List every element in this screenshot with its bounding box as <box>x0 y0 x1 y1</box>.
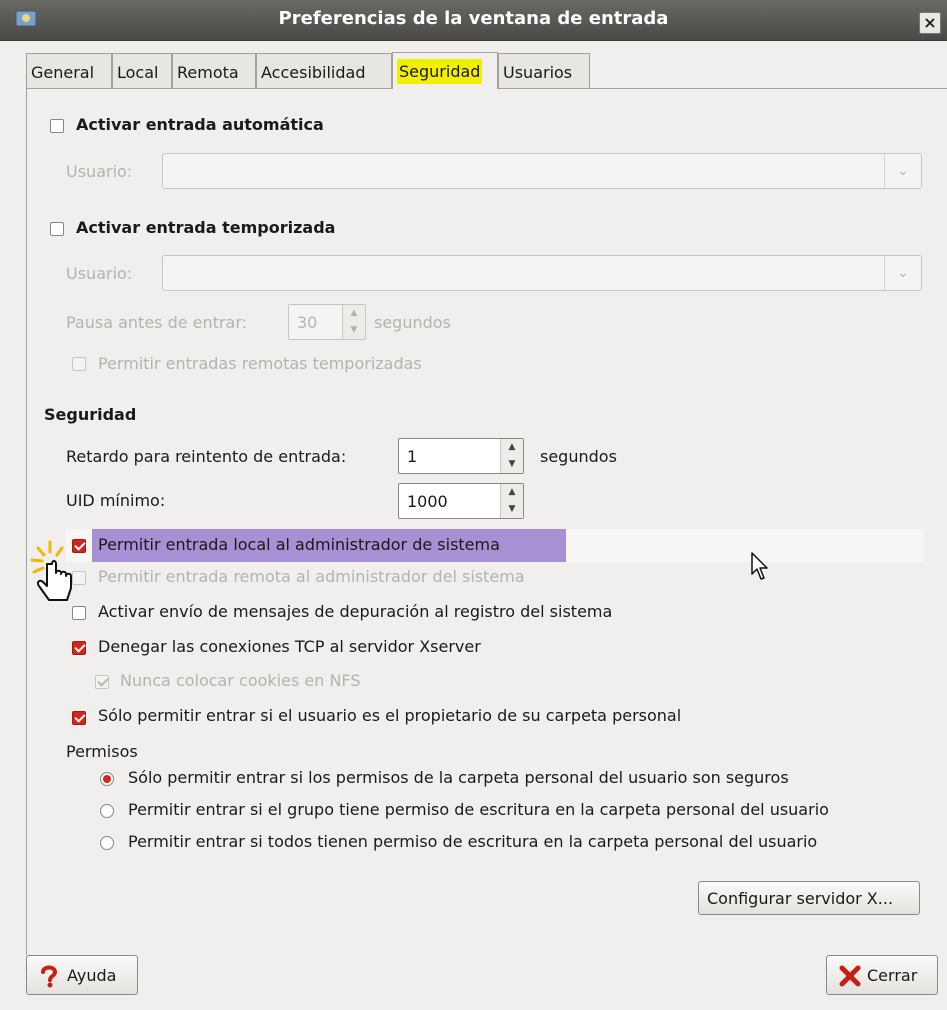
permission-label-secure: Sólo permitir entrar si los permisos de … <box>128 768 789 787</box>
click-hand-icon <box>30 540 72 601</box>
spin-down-icon[interactable]: ▼ <box>501 501 523 518</box>
chevron-down-icon: ⌄ <box>884 154 921 188</box>
nfs-cookies-label: Nunca colocar cookies en NFS <box>120 671 361 690</box>
pause-label: Pausa antes de entrar: <box>66 313 247 332</box>
tab-usuarios-label: Usuarios <box>503 63 573 82</box>
close-button[interactable]: Cerrar <box>826 955 938 995</box>
auto-login-user-combo[interactable]: ⌄ <box>162 153 922 189</box>
timed-login-user-combo[interactable]: ⌄ <box>162 255 922 291</box>
uid-label: UID mínimo: <box>66 491 166 510</box>
permission-radio-secure[interactable] <box>100 772 114 786</box>
tab-usuarios[interactable]: Usuarios <box>498 53 590 89</box>
retry-spinner[interactable]: 1 ▲ ▼ <box>398 438 524 474</box>
owner-only-label: Sólo permitir entrar si el usuario es el… <box>98 706 682 725</box>
spin-down-icon[interactable]: ▼ <box>501 456 523 473</box>
permission-label-group: Permitir entrar si el grupo tiene permis… <box>128 800 829 819</box>
security-heading: Seguridad <box>44 405 137 424</box>
configure-x-server-button[interactable]: Configurar servidor X... <box>698 881 920 915</box>
timed-login-checkbox[interactable] <box>50 222 64 236</box>
permission-label-all: Permitir entrar si todos tienen permiso … <box>128 832 818 851</box>
deny-tcp-label: Denegar las conexiones TCP al servidor X… <box>98 637 481 656</box>
configure-x-server-label: Configurar servidor X... <box>707 889 894 908</box>
auto-login-label: Activar entrada automática <box>76 115 324 134</box>
spin-up-icon[interactable]: ▲ <box>501 439 523 456</box>
permissions-heading: Permisos <box>66 742 138 761</box>
retry-label: Retardo para reintento de entrada: <box>66 447 347 466</box>
pause-spinner[interactable]: 30 ▲ ▼ <box>288 304 366 340</box>
tab-accesibilidad-label: Accesibilidad <box>261 63 366 82</box>
help-label: Ayuda <box>67 966 117 985</box>
timed-login-user-label: Usuario: <box>66 264 133 283</box>
timed-remote-label: Permitir entradas remotas temporizadas <box>98 354 422 373</box>
help-button[interactable]: Ayuda <box>26 955 138 995</box>
debug-label: Activar envío de mensajes de depuración … <box>98 602 613 621</box>
tab-general-label: General <box>31 63 95 82</box>
pause-value: 30 <box>297 313 318 332</box>
tab-remota[interactable]: Remota <box>172 53 256 89</box>
retry-unit: segundos <box>540 447 617 466</box>
tab-seguridad-label: Seguridad <box>397 59 483 84</box>
tab-accesibilidad[interactable]: Accesibilidad <box>256 53 392 89</box>
spin-down-icon[interactable]: ▼ <box>343 322 365 339</box>
local-admin-label: Permitir entrada local al administrador … <box>98 535 500 554</box>
auto-login-checkbox[interactable] <box>50 119 64 133</box>
tab-remota-label: Remota <box>177 63 239 82</box>
uid-value: 1000 <box>407 492 448 511</box>
chevron-down-icon: ⌄ <box>884 256 921 290</box>
nfs-cookies-checkbox[interactable] <box>95 675 109 689</box>
spin-up-icon[interactable]: ▲ <box>501 484 523 501</box>
close-label: Cerrar <box>867 966 918 985</box>
help-icon <box>41 965 58 988</box>
owner-only-checkbox[interactable] <box>72 711 86 725</box>
permission-radio-group[interactable] <box>100 804 114 818</box>
uid-spinner[interactable]: 1000 ▲ ▼ <box>398 483 524 519</box>
debug-checkbox[interactable] <box>72 606 86 620</box>
title-bar[interactable]: Preferencias de la ventana de entrada × <box>0 0 947 41</box>
remote-admin-label: Permitir entrada remota al administrador… <box>98 567 525 586</box>
retry-value: 1 <box>407 447 418 466</box>
close-icon <box>839 965 861 987</box>
mouse-cursor-icon <box>751 552 768 580</box>
tab-general[interactable]: General <box>26 53 112 89</box>
pause-unit: segundos <box>374 313 451 332</box>
deny-tcp-checkbox[interactable] <box>72 641 86 655</box>
auto-login-user-label: Usuario: <box>66 162 133 181</box>
timed-remote-checkbox[interactable] <box>72 357 86 371</box>
tab-local[interactable]: Local <box>112 53 172 89</box>
permission-radio-all[interactable] <box>100 836 114 850</box>
window-title: Preferencias de la ventana de entrada <box>278 8 669 29</box>
tab-seguridad[interactable]: Seguridad <box>392 52 498 89</box>
spin-up-icon[interactable]: ▲ <box>343 305 365 322</box>
timed-login-label: Activar entrada temporizada <box>76 218 336 237</box>
tab-local-label: Local <box>117 63 159 82</box>
close-window-button[interactable]: × <box>919 12 941 34</box>
